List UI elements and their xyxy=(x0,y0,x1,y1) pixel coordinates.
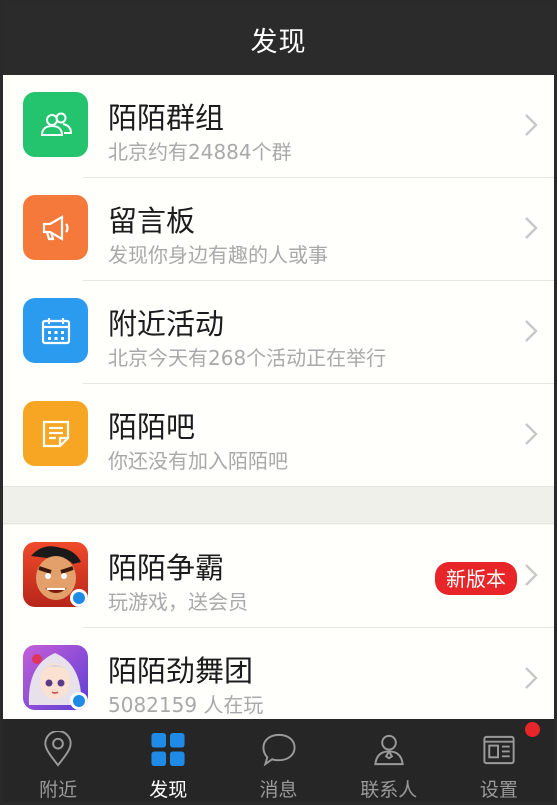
settings-card-icon xyxy=(483,735,515,765)
nav-header: 发现 xyxy=(3,3,554,75)
new-version-badge: 新版本 xyxy=(435,562,517,595)
tab-nearby[interactable]: 附近 xyxy=(3,719,113,802)
item-subtitle: 北京今天有268个活动正在举行 xyxy=(108,346,387,370)
tab-label: 联系人 xyxy=(360,779,418,801)
chevron-right-icon xyxy=(525,114,538,136)
location-pin-icon xyxy=(44,731,72,767)
item-subtitle: 5082159 人在玩 xyxy=(108,693,264,717)
list-item-message-board[interactable]: 留言板 发现你身边有趣的人或事 xyxy=(3,178,554,281)
tab-label: 附近 xyxy=(39,779,78,801)
calendar-icon xyxy=(23,298,88,363)
page-title: 发现 xyxy=(250,26,307,58)
discover-list: 陌陌群组 北京约有24884个群 留言板 发现你身边有趣的人或事 附近活动 北京… xyxy=(3,75,554,719)
item-title: 留言板 xyxy=(108,204,196,238)
list-item-game-momo-dance[interactable]: 陌陌劲舞团 5082159 人在玩 xyxy=(3,628,554,719)
grid-icon xyxy=(151,732,185,767)
item-subtitle: 玩游戏，送会员 xyxy=(108,590,248,614)
tab-label: 消息 xyxy=(259,779,298,801)
tab-settings[interactable]: 设置 xyxy=(444,719,554,802)
phone-screen: 发现 陌陌群组 北京约有24884个群 留言板 发现你身边有趣的人或事 附近活动… xyxy=(3,3,554,802)
tab-label: 发现 xyxy=(149,779,188,801)
item-title: 陌陌吧 xyxy=(108,410,196,444)
chevron-right-icon xyxy=(525,423,538,445)
list-item-nearby-events[interactable]: 附近活动 北京今天有268个活动正在举行 xyxy=(3,281,554,384)
item-title: 陌陌争霸 xyxy=(108,551,225,585)
momo-badge-icon xyxy=(70,692,88,710)
dancer-avatar-icon xyxy=(23,645,88,710)
item-title: 附近活动 xyxy=(108,307,225,341)
tab-messages[interactable]: 消息 xyxy=(223,719,333,802)
list-item-groups[interactable]: 陌陌群组 北京约有24884个群 xyxy=(3,75,554,178)
tab-discover[interactable]: 发现 xyxy=(113,719,223,802)
item-subtitle: 北京约有24884个群 xyxy=(108,140,292,164)
item-subtitle: 发现你身边有趣的人或事 xyxy=(108,243,328,267)
group-icon xyxy=(23,92,88,157)
chevron-right-icon xyxy=(525,667,538,689)
chat-bubble-icon xyxy=(261,733,296,767)
item-title: 陌陌群组 xyxy=(108,101,225,135)
bottom-tab-bar: 附近 发现 消息 联系人 设置 xyxy=(3,719,554,802)
momo-badge-icon xyxy=(70,589,88,607)
megaphone-icon xyxy=(23,195,88,260)
note-icon xyxy=(23,401,88,466)
list-item-game-momo-zhengba[interactable]: 陌陌争霸 玩游戏，送会员 新版本 xyxy=(3,525,554,628)
chevron-right-icon xyxy=(525,217,538,239)
section-separator xyxy=(3,486,554,524)
contacts-icon xyxy=(373,734,404,766)
tab-label: 设置 xyxy=(479,779,518,801)
chevron-right-icon xyxy=(525,320,538,342)
item-subtitle: 你还没有加入陌陌吧 xyxy=(108,449,288,473)
warrior-avatar-icon xyxy=(23,542,88,607)
chevron-right-icon xyxy=(525,564,538,586)
list-item-momo-bar[interactable]: 陌陌吧 你还没有加入陌陌吧 xyxy=(3,384,554,487)
item-title: 陌陌劲舞团 xyxy=(108,654,254,688)
notification-dot xyxy=(525,722,541,737)
tab-contacts[interactable]: 联系人 xyxy=(334,719,444,802)
